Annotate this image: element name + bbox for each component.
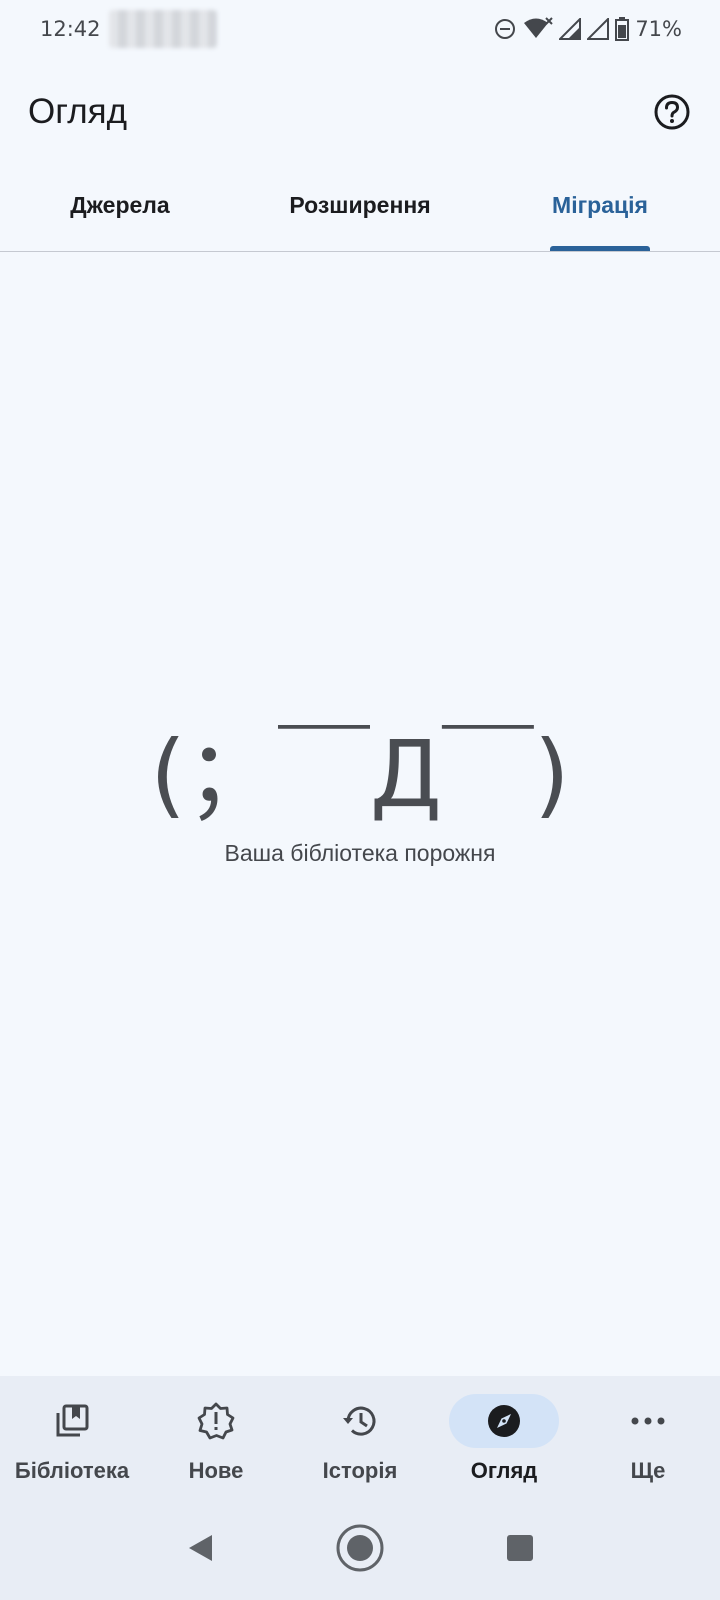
updates-icon [197, 1402, 235, 1440]
empty-kaomoji: (；￣Д￣) [150, 721, 570, 828]
nav-item-browse[interactable]: Огляд [432, 1376, 576, 1496]
nav-item-more[interactable]: Ще [576, 1376, 720, 1496]
library-icon [56, 1404, 89, 1437]
nav-pill [305, 1394, 415, 1448]
empty-message: Ваша бібліотека порожня [224, 840, 496, 867]
nav-item-updates[interactable]: Нове [144, 1376, 288, 1496]
status-time: 12:42 [40, 17, 101, 41]
recents-button[interactable] [490, 1518, 550, 1578]
blurred-notification-area [108, 10, 217, 48]
signal-icon [559, 18, 582, 40]
tab-extensions[interactable]: Розширення [240, 172, 480, 251]
tab-label: Розширення [289, 192, 431, 218]
nav-pill [161, 1394, 271, 1448]
back-triangle-icon [189, 1535, 212, 1561]
more-icon [631, 1417, 665, 1425]
status-left: 12:42 [40, 10, 217, 48]
nav-pill [593, 1394, 703, 1448]
home-button[interactable] [330, 1518, 390, 1578]
status-right: 71% [493, 17, 682, 41]
signal-icon-2 [587, 18, 610, 40]
do-not-disturb-icon [495, 19, 516, 39]
tab-sources[interactable]: Джерела [0, 172, 240, 251]
nav-label: Нове [188, 1458, 244, 1483]
history-icon [343, 1406, 376, 1436]
tab-migration[interactable]: Міграція [480, 172, 720, 251]
nav-label: Ще [630, 1458, 666, 1483]
tab-bar: Джерела Розширення Міграція [0, 172, 720, 252]
nav-item-library[interactable]: Бібліотека [0, 1376, 144, 1496]
wifi-icon [524, 17, 554, 38]
battery-icon [615, 17, 630, 41]
nav-pill-active [449, 1394, 559, 1448]
system-navigation [0, 1496, 720, 1600]
status-bar: 12:42 71% [0, 0, 720, 58]
nav-label: Історія [322, 1458, 398, 1483]
app-bar: Огляд [0, 70, 720, 154]
compass-icon [488, 1405, 520, 1437]
recents-square-icon [507, 1535, 533, 1561]
help-button[interactable] [652, 92, 692, 132]
help-icon [654, 94, 690, 130]
nav-label: Бібліотека [14, 1458, 130, 1483]
nav-item-history[interactable]: Історія [288, 1376, 432, 1496]
tab-label: Міграція [552, 192, 648, 218]
bottom-navigation: Бібліотека Нове Історія Огляд Ще [0, 1376, 720, 1496]
page-title: Огляд [28, 92, 128, 131]
empty-state: (；￣Д￣) Ваша бібліотека порожня [0, 720, 720, 867]
home-circle-icon [336, 1524, 384, 1572]
tab-label: Джерела [70, 192, 170, 218]
nav-pill [17, 1394, 127, 1448]
tab-indicator [550, 246, 650, 251]
nav-label: Огляд [470, 1458, 538, 1483]
back-button[interactable] [170, 1518, 230, 1578]
battery-percent: 71% [635, 17, 682, 41]
